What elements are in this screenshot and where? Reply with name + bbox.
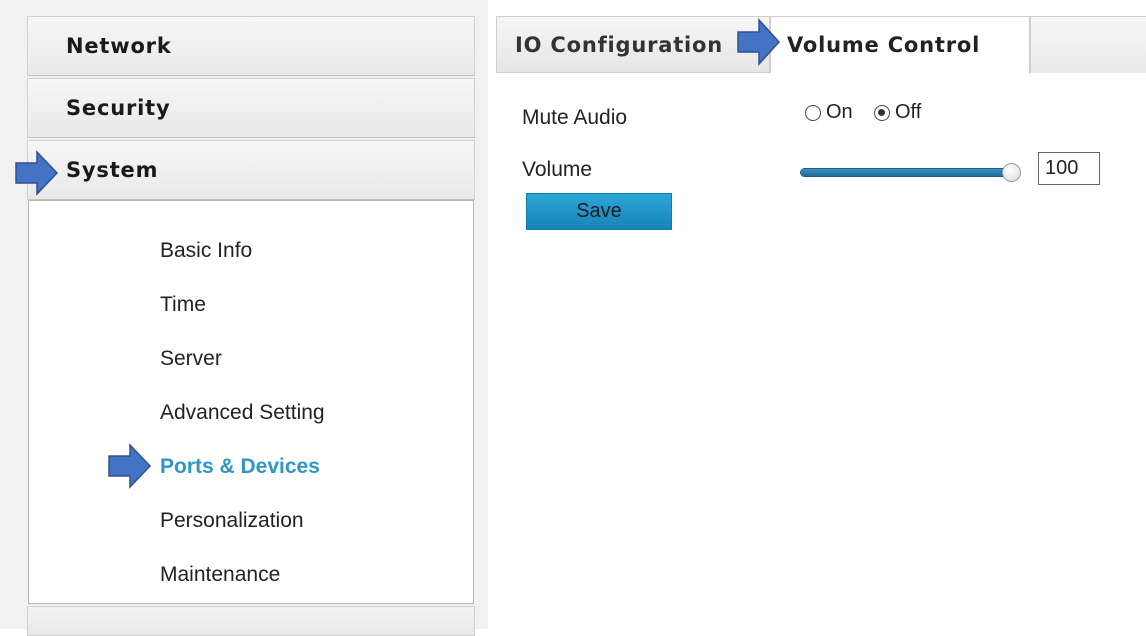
volume-value-input[interactable] [1038, 152, 1100, 185]
volume-slider-track [801, 169, 1012, 176]
tab-label: IO Configuration [515, 32, 724, 57]
content-panel: IO Configuration Volume Control Mute Aud… [496, 0, 1146, 629]
radio-label: Off [895, 101, 922, 123]
radio-label: On [826, 101, 853, 123]
tab-io-configuration[interactable]: IO Configuration [496, 16, 770, 73]
save-button[interactable]: Save [526, 193, 672, 230]
sidebar-nav: Network Security System Basic Info Time … [0, 0, 488, 636]
arrow-right-icon [15, 150, 59, 196]
sidebar-section-label: Security [66, 96, 171, 120]
submenu-item-maintenance[interactable]: Maintenance [160, 563, 280, 587]
sidebar-section-system[interactable]: System [27, 140, 475, 200]
volume-slider[interactable] [801, 163, 1021, 184]
radio-selected-icon [874, 104, 890, 121]
mute-on-radio[interactable]: On [805, 101, 853, 124]
submenu-item-time[interactable]: Time [160, 293, 206, 317]
tab-bar-filler [1030, 16, 1146, 73]
mute-off-radio[interactable]: Off [874, 101, 921, 124]
sidebar-section-network[interactable]: Network [27, 16, 475, 76]
sidebar-section-collapsed[interactable] [27, 606, 475, 636]
tab-volume-control[interactable]: Volume Control [770, 16, 1030, 74]
submenu-item-basic-info[interactable]: Basic Info [160, 239, 252, 263]
arrow-right-icon [737, 18, 781, 66]
submenu-item-advanced-setting[interactable]: Advanced Setting [160, 401, 325, 425]
submenu-item-personalization[interactable]: Personalization [160, 509, 304, 533]
sidebar-section-label: Network [66, 34, 172, 58]
mute-audio-label: Mute Audio [522, 106, 628, 129]
submenu-item-ports-devices[interactable]: Ports & Devices [160, 455, 320, 479]
volume-slider-thumb[interactable] [1002, 163, 1021, 182]
sidebar-section-security[interactable]: Security [27, 78, 475, 138]
arrow-right-icon [108, 443, 152, 489]
volume-label: Volume [522, 158, 593, 181]
submenu-item-server[interactable]: Server [160, 347, 222, 371]
radio-circle-icon [805, 104, 821, 121]
tab-label: Volume Control [787, 33, 981, 57]
system-submenu: Basic Info Time Server Advanced Setting … [28, 200, 474, 604]
